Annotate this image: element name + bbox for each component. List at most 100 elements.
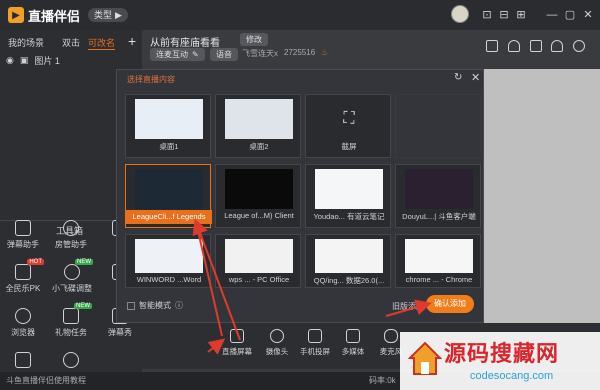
watermark: 源码搜藏网 codesocang.com	[400, 332, 600, 390]
category-selector[interactable]: 连麦互动 ✎	[150, 48, 205, 61]
card-label: 桌面1	[159, 142, 179, 151]
refresh-icon[interactable]: ↻	[454, 72, 462, 83]
type-selector[interactable]: 类型 ▶	[88, 8, 128, 22]
tool-label: 全民乐PK	[5, 284, 41, 293]
card-label: LeagueCli...f Legends	[126, 210, 212, 224]
new-badge: NEW	[75, 259, 93, 265]
doc-thumbnail	[405, 239, 473, 273]
tool-ufo[interactable]: NEW 小飞碟调整	[50, 259, 94, 294]
add-scene-button[interactable]: +	[128, 33, 136, 49]
tab-renamable[interactable]: 可改名	[88, 36, 116, 50]
content-card-douyu[interactable]: DouyuL...| 斗鱼客户端	[395, 164, 481, 228]
ufo-icon: NEW	[64, 259, 93, 280]
tool-browser[interactable]: 浏览器	[4, 308, 42, 338]
content-card-qq[interactable]: QQ/ing... 数据26.0(...	[305, 234, 391, 288]
tool-gift-task[interactable]: NEW 礼物任务	[52, 303, 92, 338]
source-label: 多媒体	[341, 347, 365, 356]
minimize-button[interactable]: —	[545, 8, 559, 22]
phone-cast-icon	[308, 329, 322, 343]
source-phone-cast[interactable]: 手机投屏	[294, 329, 336, 357]
smart-mode-label: 智能模式	[139, 301, 171, 310]
tool-label: 礼物任务	[55, 328, 87, 337]
tab-my-scenes[interactable]: 我的场景	[8, 36, 44, 49]
user-avatar[interactable]	[451, 5, 469, 23]
source-screen[interactable]: 直播屏幕	[216, 329, 258, 357]
bitrate-readout: 码率:0k	[369, 376, 396, 385]
bell-icon[interactable]	[551, 40, 563, 52]
old-add-link[interactable]: 旧版添加	[392, 301, 424, 312]
mic-icon	[384, 329, 398, 343]
content-card-desktop1[interactable]: 桌面1	[125, 94, 211, 158]
skin-icon[interactable]: ⊞	[514, 8, 528, 22]
admin-icon	[63, 220, 79, 236]
close-button[interactable]: ✕	[581, 8, 595, 22]
content-card-empty	[395, 94, 481, 158]
tool-label: 浏览器	[11, 328, 35, 337]
type-label: 类型	[94, 10, 113, 20]
pk-icon: HOT	[15, 259, 44, 280]
source-label: 直播屏幕	[222, 347, 252, 356]
close-icon[interactable]: ✕	[471, 71, 480, 84]
source-label: 摄像头	[265, 347, 289, 356]
tool-search[interactable]	[52, 352, 90, 371]
tool-danmaku-assistant[interactable]: 弹幕助手	[4, 220, 42, 250]
card-label: 桌面2	[249, 142, 269, 151]
watermark-url: codesocang.com	[470, 370, 554, 382]
notification-icon[interactable]: ⊟	[497, 8, 511, 22]
content-card-word[interactable]: WINWORD ...Word	[125, 234, 211, 288]
lock-icon[interactable]	[508, 40, 520, 52]
content-card-chrome[interactable]: chrome ... - Chrome	[395, 234, 481, 288]
tab-double-click[interactable]: 双击	[62, 36, 80, 49]
screen-icon	[230, 329, 244, 343]
crop-icon: ⛶	[343, 110, 355, 127]
smart-mode-checkbox[interactable]: 智能模式 ⓘ	[127, 300, 183, 311]
source-media[interactable]: 多媒体	[332, 329, 374, 357]
tool-label: 房管助手	[55, 240, 87, 249]
doc-thumbnail	[315, 169, 383, 209]
tutorial-link[interactable]: 斗鱼直播伴侣使用教程	[6, 375, 86, 386]
dialog-title: 选择直播内容	[127, 75, 175, 84]
voice-tag[interactable]: 语音	[210, 48, 238, 61]
doc-thumbnail	[135, 239, 203, 273]
pencil-icon: ✎	[192, 50, 199, 59]
confirm-add-button[interactable]: 确认添加	[426, 295, 474, 313]
share-icon[interactable]	[573, 40, 585, 52]
content-card-wps[interactable]: wps ... - PC Office	[215, 234, 301, 288]
content-card-screenshot[interactable]: ⛶ 截屏	[305, 94, 391, 158]
checkbox-icon	[127, 301, 135, 310]
tool-room-admin[interactable]: 房管助手	[52, 220, 90, 250]
layout-icon[interactable]	[530, 40, 542, 52]
image-icon: ▣	[19, 55, 29, 65]
content-card-league-client[interactable]: League of...M) Client	[215, 164, 301, 228]
app-title: 直播伴侣	[28, 8, 81, 24]
game-thumbnail	[405, 169, 473, 209]
source-item[interactable]: ◉ ▣ 图片 1	[6, 54, 60, 67]
doc-thumbnail	[315, 239, 383, 273]
desktop-thumbnail	[135, 99, 203, 139]
app-logo: ▶ 直播伴侣	[8, 6, 80, 24]
card-label: QQ/ing... 数据26.0(...	[313, 276, 385, 285]
card-label: Youdao... 有道云笔记	[313, 212, 385, 221]
media-icon	[346, 329, 360, 343]
username: 飞雪连天x	[242, 49, 278, 58]
card-label: WINWORD ...Word	[136, 275, 202, 284]
tool-pk[interactable]: HOT 全民乐PK	[4, 259, 44, 294]
message-icon[interactable]: ⊡	[480, 8, 494, 22]
content-card-youdao[interactable]: Youdao... 有道云笔记	[305, 164, 391, 228]
gift-icon	[15, 352, 31, 368]
tool-gift[interactable]	[4, 352, 42, 371]
content-card-league-legends[interactable]: LeagueCli...f Legends	[125, 164, 212, 228]
chevron-right-icon: ▶	[115, 10, 122, 20]
content-card-desktop2[interactable]: 桌面2	[215, 94, 301, 158]
edit-room-button[interactable]: 修改	[240, 33, 268, 46]
help-icon[interactable]: ⓘ	[175, 300, 183, 311]
maximize-button[interactable]: ▢	[563, 8, 577, 22]
hot-badge: HOT	[27, 259, 44, 265]
select-content-dialog: 选择直播内容 ↻ ✕ 桌面1 桌面2 ⛶ 截屏 LeagueCli...f Le…	[116, 69, 484, 323]
gift-task-icon: NEW	[63, 303, 92, 324]
source-camera[interactable]: 摄像头	[256, 329, 298, 357]
browser-icon	[15, 308, 31, 324]
card-label: DouyuL...| 斗鱼客户端	[402, 212, 476, 221]
bullet-screen-icon[interactable]	[486, 40, 498, 52]
eye-icon[interactable]: ◉	[6, 55, 14, 66]
